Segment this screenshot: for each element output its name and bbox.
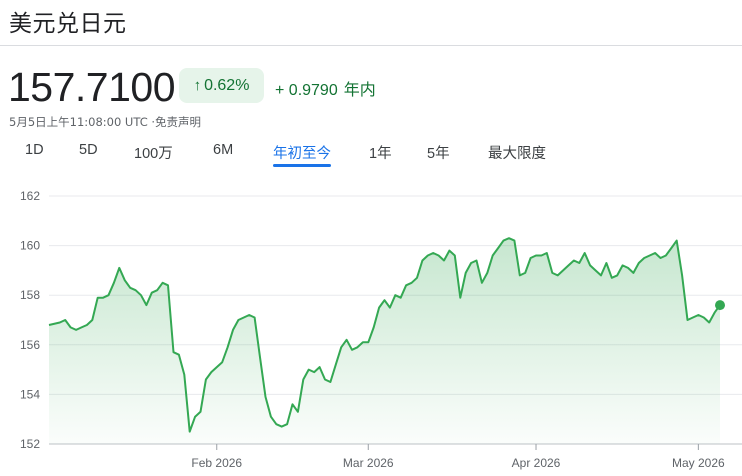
active-tab-indicator bbox=[273, 164, 331, 167]
x-tick-label: May 2026 bbox=[672, 456, 725, 470]
price-chart[interactable]: 152 154 156 158 160 162 Feb 2026 Mar 2026 Apr 2… bbox=[0, 180, 742, 476]
price-area bbox=[49, 238, 720, 444]
tab-1y[interactable]: 1年 bbox=[369, 142, 392, 163]
percent-change-badge: ↑ 0.62% bbox=[179, 68, 264, 103]
x-tick-label: Apr 2026 bbox=[512, 456, 561, 470]
arrow-up-icon: ↑ bbox=[193, 77, 202, 94]
x-tick-label: Mar 2026 bbox=[343, 456, 394, 470]
y-tick-label: 160 bbox=[20, 239, 40, 253]
percent-change-value: 0.62% bbox=[204, 76, 250, 94]
tab-ytd[interactable]: 年初至今 bbox=[273, 142, 331, 163]
absolute-change-value: + 0.9790 bbox=[275, 82, 338, 99]
y-axis-ticks: 152 154 156 158 160 162 bbox=[20, 189, 40, 451]
timestamp-disclaimer[interactable]: 5月5日上午11:08:00 UTC ·免责声明 bbox=[9, 114, 201, 130]
y-tick-label: 152 bbox=[20, 437, 40, 451]
tab-1d[interactable]: 1D bbox=[25, 142, 44, 158]
y-tick-label: 162 bbox=[20, 189, 40, 203]
tab-max[interactable]: 最大限度 bbox=[488, 142, 546, 163]
page-title: 美元兑日元 bbox=[9, 11, 127, 37]
x-axis-ticks: Feb 2026 Mar 2026 Apr 2026 May 2026 bbox=[191, 444, 725, 470]
header-divider bbox=[0, 45, 742, 46]
tab-5y[interactable]: 5年 bbox=[427, 142, 450, 163]
last-price-dot bbox=[715, 300, 725, 311]
period-label: 年内 bbox=[343, 82, 376, 99]
y-tick-label: 158 bbox=[20, 288, 40, 302]
tab-5d[interactable]: 5D bbox=[79, 142, 98, 158]
y-tick-label: 154 bbox=[20, 387, 40, 401]
range-tabs: 1D 5D 100万 6M 年初至今 1年 5年 最大限度 bbox=[0, 142, 742, 168]
current-price: 157.7100 bbox=[8, 64, 176, 110]
absolute-change: + 0.9790 年内 bbox=[275, 76, 382, 100]
tab-100w[interactable]: 100万 bbox=[134, 142, 173, 163]
x-tick-label: Feb 2026 bbox=[191, 456, 242, 470]
tab-6m[interactable]: 6M bbox=[213, 142, 233, 158]
y-tick-label: 156 bbox=[20, 338, 40, 352]
